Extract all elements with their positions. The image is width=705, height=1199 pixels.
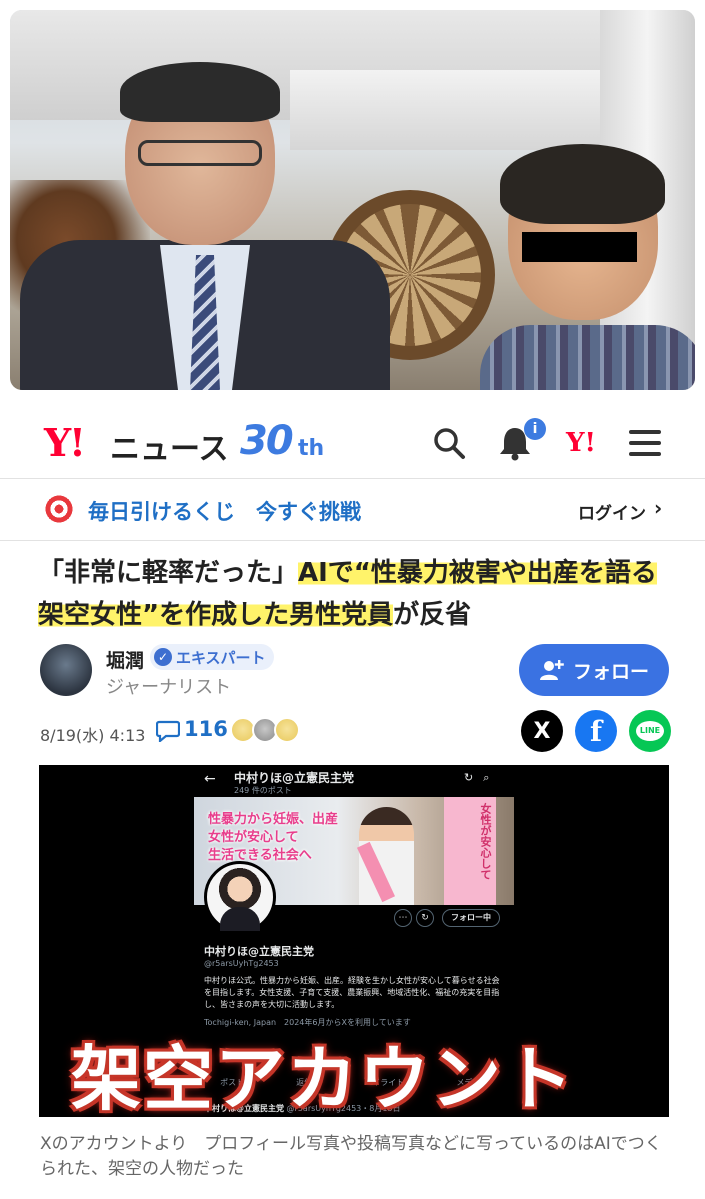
- reaction-icons[interactable]: [230, 717, 300, 743]
- search-icon[interactable]: [428, 422, 470, 464]
- notification-badge: i: [524, 418, 546, 440]
- share-x-button[interactable]: X: [521, 710, 563, 752]
- expert-badge: ✓ エキスパート: [150, 644, 274, 670]
- x-logo-icon: X: [533, 718, 551, 744]
- login-link[interactable]: ログイン: [578, 499, 646, 524]
- x-profile-header-name: 中村りほ@立憲民主党: [234, 771, 355, 785]
- yahoo-logo[interactable]: Y!: [44, 420, 86, 465]
- photo-person-left: [20, 62, 390, 390]
- header-divider: [0, 478, 705, 479]
- x-profile-actions: ⋯ ↻: [394, 909, 434, 927]
- title-end: が反省: [393, 600, 472, 630]
- publish-date: 8/19(水) 4:13: [40, 726, 146, 745]
- share-facebook-button[interactable]: f: [575, 710, 617, 752]
- promo-divider: [0, 540, 705, 541]
- smile-reaction-icon: [274, 717, 300, 743]
- person-left-hair: [120, 62, 280, 122]
- person-right-shirt: [480, 325, 695, 390]
- facebook-logo-icon: f: [589, 714, 603, 748]
- banner-line: 女性が安心して: [208, 830, 299, 845]
- menu-icon[interactable]: [624, 422, 666, 464]
- author-avatar[interactable]: [40, 644, 92, 696]
- x-following-button: フォロー中: [442, 909, 500, 927]
- follow-label: フォロー: [572, 660, 649, 683]
- target-icon: [42, 492, 76, 526]
- author-name[interactable]: 堀潤: [106, 646, 144, 673]
- anniversary-th-logo: th: [298, 436, 325, 461]
- news-logo-text[interactable]: ニュース: [110, 424, 229, 468]
- notify-icon: ↻: [416, 909, 434, 927]
- verified-check-icon: ✓: [154, 648, 172, 666]
- person-right-hair: [500, 144, 665, 224]
- comment-icon[interactable]: [156, 720, 180, 742]
- back-arrow-icon: ←: [204, 771, 216, 787]
- banner-line: 性暴力から妊娠、出産: [208, 812, 339, 827]
- lottery-promo-text[interactable]: 毎日引けるくじ 今すぐ挑戦: [88, 496, 361, 526]
- banner-slogan: 性暴力から妊娠、出産 女性が安心して 生活できる社会へ: [208, 811, 338, 865]
- expert-label: エキスパート: [176, 648, 266, 667]
- chevron-right-icon[interactable]: ›: [654, 496, 662, 520]
- title-quote: 「非常に軽率だった」: [38, 558, 299, 588]
- x-bio: 中村りほ公式。性暴力から妊娠、出産。経験を生かし女性が安心して暮らせる社会を目指…: [204, 976, 500, 1009]
- banner-flag-text: 女性が安心して: [479, 803, 492, 880]
- add-user-icon: [539, 660, 564, 680]
- article-photo: [10, 10, 695, 390]
- x-profile-suit: [220, 907, 260, 931]
- line-logo-icon: LINE: [636, 721, 664, 741]
- share-line-button[interactable]: LINE: [629, 710, 671, 752]
- lottery-promo-bar[interactable]: 毎日引けるくじ 今すぐ挑戦 ログイン ›: [0, 482, 705, 538]
- anniversary-30-logo: 30: [240, 418, 294, 464]
- person-left-glasses: [138, 140, 262, 166]
- eye-censor-bar: [522, 232, 637, 262]
- x-profile-name: 中村りほ@立憲民主党: [204, 945, 314, 958]
- x-handle: @r5arsUyhTg2453: [204, 959, 279, 968]
- more-icon: ⋯: [394, 909, 412, 927]
- follow-button[interactable]: フォロー: [519, 644, 669, 696]
- yahoo-top-icon[interactable]: Y!: [560, 422, 602, 464]
- article-title: 「非常に軽率だった」AIで“性暴力被害や出産を語る架空女性”を作成した男性党員が…: [38, 552, 678, 636]
- photo-caption: Xのアカウントより プロフィール写真や投稿写真などに写っているのはAIでつくられ…: [40, 1134, 662, 1179]
- author-role: ジャーナリスト: [106, 677, 232, 698]
- photo-person-right: [480, 144, 695, 390]
- x-post-count: 249 件のポスト: [234, 786, 292, 795]
- fake-account-overlay: 架空アカウント: [71, 1038, 575, 1117]
- x-header-tools-icon: ↻⌕: [464, 771, 500, 784]
- site-header: Y! ニュース 30 th i Y!: [0, 410, 705, 474]
- embedded-x-screenshot: ← 中村りほ@立憲民主党 249 件のポスト ↻⌕ 性暴力から妊娠、出産 女性が…: [39, 765, 669, 1117]
- comment-count[interactable]: 116: [184, 717, 228, 741]
